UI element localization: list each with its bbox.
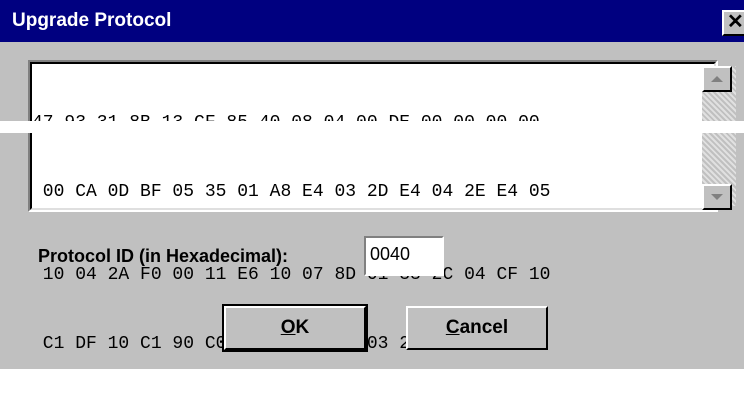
protocol-id-label: Protocol ID (in Hexadecimal): <box>38 246 289 266</box>
scroll-up-button[interactable] <box>702 66 732 92</box>
window-title: Upgrade Protocol <box>12 10 172 31</box>
scroll-up-arrow-icon <box>711 76 723 82</box>
screenshot-gap <box>0 121 744 133</box>
ok-button[interactable]: OK <box>222 304 368 352</box>
hex-data-content: 47 93 31 8B 13 CF 85 40 08 04 00 DE 00 0… <box>32 66 672 402</box>
vertical-scrollbar[interactable] <box>702 66 736 210</box>
protocol-id-input[interactable]: 0040 <box>364 236 444 276</box>
cancel-mnemonic: C <box>445 317 460 338</box>
title-bar[interactable]: Upgrade Protocol ✕ <box>0 0 744 42</box>
hex-line: 10 04 2A F0 00 11 E6 10 07 8D 01 33 2C 0… <box>32 265 551 285</box>
cancel-button[interactable]: Cancel <box>406 306 548 350</box>
scroll-down-button[interactable] <box>702 184 732 210</box>
scroll-down-arrow-icon <box>711 194 723 200</box>
cancel-label-rest: ancel <box>459 317 509 338</box>
ok-mnemonic: O <box>280 317 296 338</box>
hex-line: 00 CA 0D BF 05 35 01 A8 E4 03 2D E4 04 2… <box>32 182 551 202</box>
ok-label-rest: K <box>295 317 310 338</box>
hex-data-textarea[interactable]: 47 93 31 8B 13 CF 85 40 08 04 00 DE 00 0… <box>28 60 736 354</box>
upgrade-protocol-dialog: Upgrade Protocol ✕ 47 93 31 8B 13 CF 85 … <box>0 0 744 369</box>
close-icon: ✕ <box>727 11 744 33</box>
close-button[interactable]: ✕ <box>722 10 744 36</box>
